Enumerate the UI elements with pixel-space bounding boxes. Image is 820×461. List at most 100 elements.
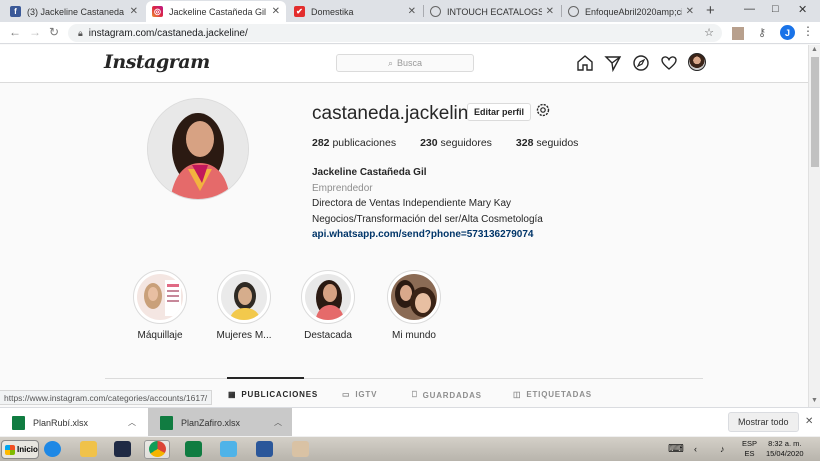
close-tab-icon[interactable]: ✕ — [272, 6, 280, 17]
word-icon[interactable] — [256, 441, 273, 457]
profile-avatar[interactable] — [147, 98, 249, 200]
scroll-up-icon[interactable]: ▲ — [811, 46, 818, 53]
excel-file-icon — [160, 415, 173, 430]
lock-icon: 🔒︎ — [78, 27, 83, 38]
close-tab-icon[interactable]: ✕ — [408, 6, 416, 17]
highlight-label: Mi mundo — [392, 330, 436, 341]
keyboard-icon[interactable]: ⌨ — [668, 444, 684, 455]
tab-title: Jackeline Castañeda Gil (@ca — [169, 6, 268, 17]
download-bar: PlanRubí.xlsx ︿ PlanZafiro.xlsx ︿ Mostra… — [0, 407, 820, 437]
input-language[interactable]: ESP ES — [742, 439, 757, 459]
ie-browser-icon[interactable] — [44, 441, 61, 457]
chevron-up-icon[interactable]: ︿ — [128, 417, 136, 428]
download-item[interactable]: PlanZafiro.xlsx ︿ — [148, 408, 292, 437]
bio-line: Negocios/Transformación del ser/Alta Cos… — [312, 213, 543, 225]
address-text: instagram.com/castaneda.jackeline/ — [88, 27, 248, 39]
activity-heart-icon[interactable] — [660, 54, 678, 72]
bookmark-star-icon[interactable]: ☆ — [704, 26, 714, 39]
highlight-label: Máquillaje — [137, 330, 183, 341]
posts-stat[interactable]: 282 publicaciones — [312, 137, 396, 149]
close-tab-icon[interactable]: ✕ — [130, 6, 138, 17]
following-stat[interactable]: 328 seguidos — [516, 137, 578, 149]
close-tab-icon[interactable]: ✕ — [546, 6, 554, 17]
reload-icon[interactable]: ↻ — [49, 25, 59, 39]
instagram-page: Instagram ⌕ Busca castaneda.jackeline Ed… — [0, 45, 808, 407]
search-input[interactable]: ⌕ Busca — [336, 54, 474, 72]
profile-avatar-small[interactable] — [688, 53, 706, 71]
tab-label: ETIQUETADAS — [526, 390, 592, 399]
globe-icon — [568, 6, 579, 17]
settings-gear-icon[interactable] — [535, 102, 551, 118]
tab-facebook[interactable]: f (3) Jackeline Castaneda ✕ — [4, 1, 144, 22]
system-clock[interactable]: 8:32 a. m. 15/04/2020 — [766, 439, 804, 459]
instagram-icon: ◎ — [152, 6, 163, 17]
followers-stat[interactable]: 230 seguidores — [420, 137, 492, 149]
maximize-button[interactable]: □ — [772, 3, 779, 15]
globe-icon — [430, 6, 441, 17]
highlight-thumbnail — [305, 274, 351, 320]
tab-title: INTOUCH ECATALOGS — [447, 6, 542, 17]
key-icon[interactable]: ⚷ — [758, 26, 766, 39]
volume-icon[interactable]: ♪ — [720, 444, 725, 454]
tab-intouch[interactable]: INTOUCH ECATALOGS ✕ — [424, 1, 560, 22]
igtv-icon: ▭ — [342, 390, 351, 399]
close-tab-icon[interactable]: ✕ — [686, 6, 694, 17]
grid-icon: ▦ — [228, 390, 237, 399]
search-icon: ⌕ — [387, 57, 394, 68]
tab-enfoque[interactable]: EnfoqueAbril2020amp;cid=I ✕ — [562, 1, 700, 22]
app-icon[interactable] — [220, 441, 237, 457]
highlight-label: Mujeres M... — [216, 330, 272, 341]
tab-domestika[interactable]: ✔ Domestika ✕ — [288, 1, 422, 22]
file-explorer-icon[interactable] — [80, 441, 97, 457]
instagram-header: Instagram ⌕ Busca — [0, 45, 808, 83]
active-tab-indicator — [227, 377, 304, 379]
download-item[interactable]: PlanRubí.xlsx ︿ — [0, 408, 146, 437]
arrow-icon[interactable]: ‹ — [694, 444, 697, 454]
windows-taskbar: Inicio ⌨ ‹ ♪ ESP ES 8:32 a. m. 15/04/202… — [0, 436, 820, 461]
tab-igtv[interactable]: ▭ IGTV — [342, 390, 377, 399]
scrollbar-thumb[interactable] — [811, 57, 819, 167]
media-player-icon[interactable] — [114, 441, 131, 457]
pdf-extension-icon[interactable] — [732, 27, 744, 40]
search-placeholder: Busca — [397, 58, 423, 68]
profile-bio: Jackeline Castañeda Gil Emprendedor Dire… — [312, 165, 543, 243]
tagged-icon: ◫ — [513, 390, 522, 399]
tab-label: IGTV — [355, 390, 378, 399]
start-button[interactable]: Inicio — [1, 440, 39, 459]
browser-menu-icon[interactable]: ⋮ — [802, 24, 814, 38]
tab-etiquetadas[interactable]: ◫ ETIQUETADAS — [513, 390, 592, 399]
tab-publicaciones[interactable]: ▦ PUBLICACIONES — [228, 390, 318, 399]
profile-website-link[interactable]: api.whatsapp.com/send?phone=573136279074 — [312, 227, 543, 243]
highlight-item[interactable]: Máquillaje — [120, 270, 200, 341]
page-scrollbar[interactable]: ▲ ▼ — [808, 45, 820, 407]
close-window-button[interactable]: ✕ — [798, 3, 807, 16]
explore-compass-icon[interactable] — [632, 54, 650, 72]
highlight-item[interactable]: Destacada — [288, 270, 368, 341]
back-arrow-icon[interactable]: ← — [9, 25, 21, 39]
highlight-item[interactable]: Mi mundo — [374, 270, 454, 341]
close-download-bar-icon[interactable]: ✕ — [805, 416, 813, 427]
facebook-icon: f — [10, 6, 21, 17]
excel-icon[interactable] — [185, 441, 202, 457]
profile-username: castaneda.jackeline — [312, 103, 479, 124]
download-filename: PlanZafiro.xlsx — [181, 417, 241, 428]
show-all-downloads-button[interactable]: Mostrar todo — [728, 412, 799, 432]
windows-logo-icon — [5, 444, 15, 455]
address-bar[interactable]: 🔒︎ instagram.com/castaneda.jackeline/ ☆ — [68, 24, 722, 42]
tab-guardadas[interactable]: ⎕ GUARDADAS — [412, 390, 482, 400]
browser-profile-avatar[interactable]: J — [780, 25, 795, 40]
home-icon[interactable] — [576, 54, 594, 72]
highlight-thumbnail — [137, 274, 183, 320]
minimize-button[interactable]: — — [744, 3, 755, 15]
chevron-up-icon[interactable]: ︿ — [274, 417, 282, 428]
instagram-logo[interactable]: Instagram — [104, 51, 210, 73]
new-tab-button[interactable]: + — [706, 2, 715, 19]
tab-title: (3) Jackeline Castaneda — [27, 6, 125, 17]
scroll-down-icon[interactable]: ▼ — [811, 397, 818, 404]
forward-arrow-icon[interactable]: → — [29, 25, 41, 39]
paint-icon[interactable] — [292, 441, 309, 457]
highlight-item[interactable]: Mujeres M... — [204, 270, 284, 341]
edit-profile-button[interactable]: Editar perfil — [467, 103, 532, 121]
tab-instagram[interactable]: ◎ Jackeline Castañeda Gil (@ca ✕ — [146, 1, 286, 22]
direct-message-icon[interactable] — [604, 54, 622, 72]
